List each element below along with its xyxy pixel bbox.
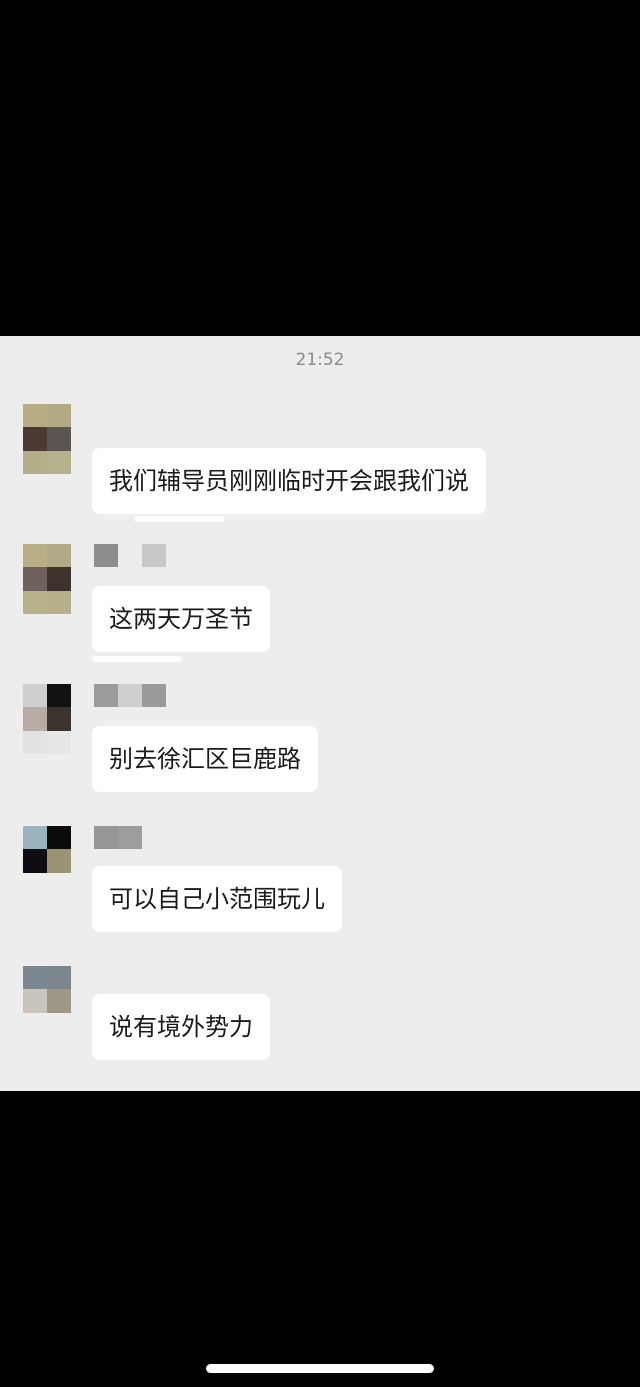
sender-name-pixelated: [94, 684, 166, 708]
chat-message: 可以自己小范围玩儿: [0, 826, 640, 946]
sender-name-pixelated: [94, 826, 142, 850]
sender-avatar[interactable]: [23, 966, 71, 1036]
message-bubble[interactable]: 这两天万圣节: [92, 586, 270, 652]
home-indicator[interactable]: [206, 1364, 434, 1373]
sender-avatar[interactable]: [23, 684, 71, 754]
bubble-blur-artifact: [134, 516, 224, 522]
bubble-blur-artifact: [92, 656, 182, 662]
chat-message: 说有境外势力: [0, 966, 640, 1066]
message-bubble[interactable]: 说有境外势力: [92, 994, 270, 1060]
sender-name-pixelated: [94, 544, 166, 568]
chat-message: 别去徐汇区巨鹿路: [0, 684, 640, 804]
message-bubble[interactable]: 可以自己小范围玩儿: [92, 866, 342, 932]
phone-screen: 21:52 我们辅导员刚刚临时开会跟我们说 这两天万圣节 别去徐汇区巨鹿路 可以…: [0, 0, 640, 1387]
chat-message: 这两天万圣节: [0, 544, 640, 664]
message-bubble[interactable]: 我们辅导员刚刚临时开会跟我们说: [92, 448, 486, 514]
chat-panel[interactable]: 21:52 我们辅导员刚刚临时开会跟我们说 这两天万圣节 别去徐汇区巨鹿路 可以…: [0, 336, 640, 1091]
message-timestamp: 21:52: [295, 350, 345, 370]
sender-avatar[interactable]: [23, 544, 71, 614]
message-bubble[interactable]: 别去徐汇区巨鹿路: [92, 726, 318, 792]
chat-message: 我们辅导员刚刚临时开会跟我们说: [0, 404, 640, 524]
sender-avatar[interactable]: [23, 826, 71, 896]
sender-avatar[interactable]: [23, 404, 71, 474]
